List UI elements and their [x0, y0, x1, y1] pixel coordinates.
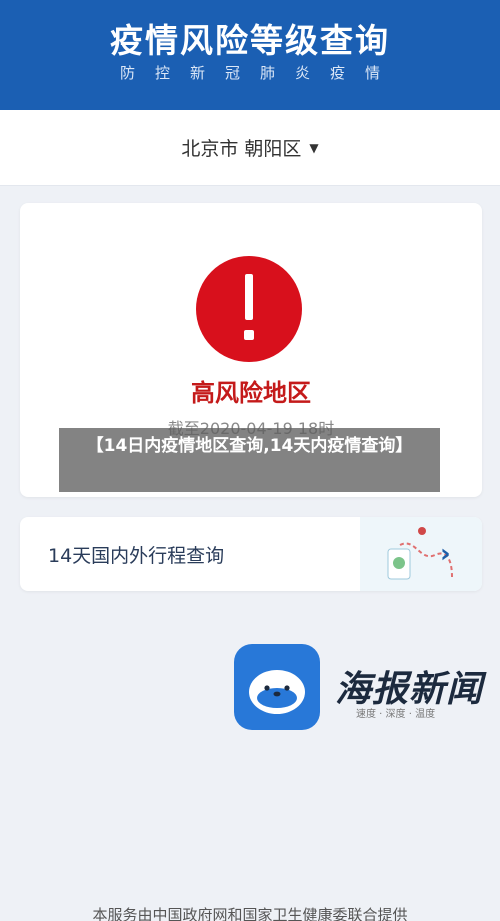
page-subtitle: 防控新冠肺炎疫情 — [119, 64, 400, 82]
region-selector[interactable]: 北京市 朝阳区 ▼ — [0, 110, 500, 186]
page-header: 疫情风险等级查询 防控新冠肺炎疫情 — [0, 0, 500, 110]
trip-query-label: 14天国内外行程查询 — [48, 545, 225, 567]
app-logo-seal-icon — [234, 644, 320, 730]
alert-icon — [196, 256, 302, 362]
trip-query-button[interactable]: 14天国内外行程查询 › — [20, 517, 482, 591]
footer-note: 本服务由中国政府网和国家卫生健康委联合提供 — [92, 906, 408, 921]
region-label: 北京市 朝阳区 — [181, 138, 302, 160]
route-map-icon — [360, 517, 482, 591]
page-title: 疫情风险等级查询 — [110, 21, 390, 60]
chevron-down-icon: ▼ — [309, 140, 319, 155]
chevron-right-icon: › — [440, 539, 451, 569]
brand-tagline: 速度 · 深度 · 温度 — [356, 709, 436, 720]
risk-level-label: 高风险地区 — [191, 379, 311, 407]
caption-overlay: 【14日内疫情地区查询,14天内疫情查询】 — [59, 428, 440, 492]
